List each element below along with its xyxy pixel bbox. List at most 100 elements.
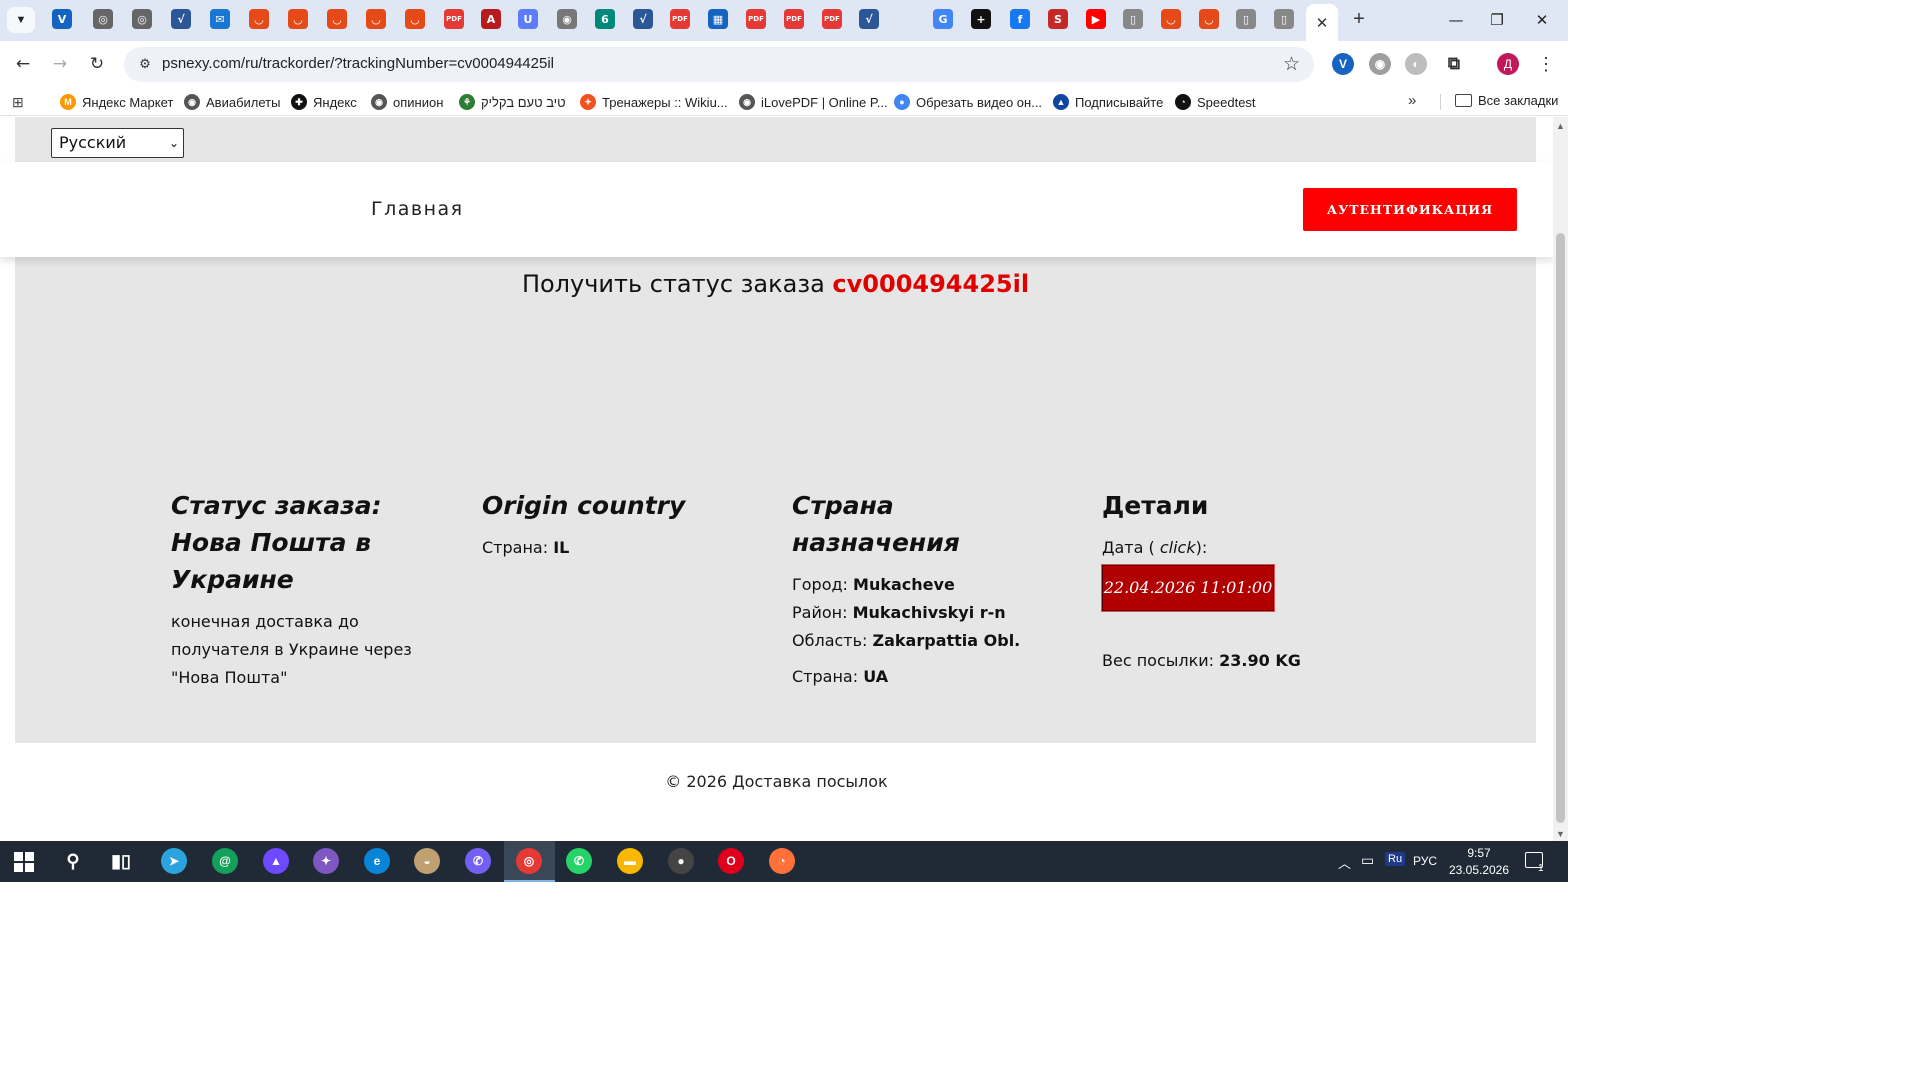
scribd-tab-icon[interactable]: S <box>1048 9 1068 29</box>
tray-network-icon[interactable]: ▭ <box>1361 852 1374 869</box>
bookmark-item[interactable]: ✚ Яндекс <box>291 93 357 111</box>
building-tab-icon[interactable]: ▦ <box>708 9 728 29</box>
acrobat-tab-icon[interactable]: A <box>481 9 501 29</box>
search-taskbar-icon[interactable]: ⚲ <box>60 848 86 874</box>
clock-date: 23.05.2026 <box>1448 863 1510 877</box>
browser-menu-icon[interactable]: ⋮ <box>1537 52 1555 76</box>
new-tab-button[interactable]: + <box>1348 8 1370 32</box>
pdf-tab-icon[interactable]: PDF <box>444 9 464 29</box>
bookmark-item[interactable]: ▲ Подписывайте <box>1053 93 1163 111</box>
pdf-tab-icon-5[interactable]: PDF <box>822 9 842 29</box>
tray-lang-badge[interactable]: Ru <box>1385 852 1406 866</box>
minimize-button[interactable]: — <box>1441 8 1471 32</box>
doc-tab-icon-3[interactable]: ▯ <box>1274 9 1294 29</box>
bookmark-item[interactable]: ◉ опинион <box>371 93 443 111</box>
auth-button[interactable]: АУТЕНТИФИКАЦИЯ <box>1303 188 1517 231</box>
shield-tab-icon-4[interactable]: ◡ <box>366 9 386 29</box>
tray-chevron-icon[interactable]: ︿ <box>1338 853 1351 872</box>
url-text[interactable]: psnexy.com/ru/trackorder/?trackingNumber… <box>162 55 554 72</box>
details-title: Детали <box>1102 491 1209 520</box>
all-bookmarks-button[interactable]: Все закладки <box>1455 93 1558 108</box>
edge-taskbar-icon[interactable]: e <box>364 848 390 874</box>
nav-home-link[interactable]: Главная <box>371 198 464 220</box>
bookmark-item[interactable]: ⚘ טיב טעם בקליק <box>459 93 566 111</box>
check-tab-icon-3[interactable]: √ <box>859 9 879 29</box>
shield-tab-icon[interactable]: ◡ <box>249 9 269 29</box>
shield-tab-icon-5[interactable]: ◡ <box>405 9 425 29</box>
tab-search-button[interactable]: ▼ <box>7 7 35 33</box>
close-window-button[interactable]: ✕ <box>1527 8 1557 32</box>
scrollbar-thumb[interactable] <box>1556 233 1565 823</box>
recorder-taskbar-icon[interactable]: ● <box>668 848 694 874</box>
bookmark-label: Авиабилеты <box>206 94 281 110</box>
pdf-tab-icon-3[interactable]: PDF <box>746 9 766 29</box>
six-tab-icon[interactable]: 6 <box>595 9 615 29</box>
pdf-tab-icon-4[interactable]: PDF <box>784 9 804 29</box>
check-tab-icon-2[interactable]: √ <box>633 9 653 29</box>
check-tab-icon[interactable]: √ <box>171 9 191 29</box>
plus-tab-icon[interactable]: + <box>971 9 991 29</box>
bookmark-item[interactable]: ◉ Авиабилеты <box>184 93 280 111</box>
bookmark-item[interactable]: ● Обрезать видео он... <box>894 93 1042 111</box>
bookmark-star-icon[interactable]: ☆ <box>1283 53 1300 76</box>
windows-start-icon[interactable] <box>14 852 34 872</box>
photos-taskbar-icon[interactable]: ◒ <box>414 848 440 874</box>
verify-extension-icon[interactable]: V <box>1332 53 1354 75</box>
scroll-down-icon[interactable]: ▼ <box>1556 829 1565 839</box>
taskbar-clock[interactable]: 9:57 23.05.2026 <box>1448 845 1510 879</box>
proton-vpn-icon[interactable]: ▲ <box>263 848 289 874</box>
telegram-taskbar-icon[interactable]: ➤ <box>161 848 187 874</box>
doc-tab-icon-2[interactable]: ▯ <box>1236 9 1256 29</box>
restore-button[interactable]: ❐ <box>1482 8 1512 32</box>
profile-avatar[interactable]: Д <box>1497 53 1519 75</box>
bookmark-item[interactable]: M Яндекс Маркет <box>60 93 173 111</box>
viber-taskbar-icon[interactable]: ✆ <box>465 848 491 874</box>
shield-tab-icon-2[interactable]: ◡ <box>288 9 308 29</box>
page-scrollbar[interactable]: ▲ ▼ <box>1553 117 1568 841</box>
opera-taskbar-icon[interactable]: O <box>718 848 744 874</box>
mail-tab-icon[interactable]: ✉ <box>210 9 230 29</box>
shield-tab-icon-6[interactable]: ◡ <box>1161 9 1181 29</box>
address-bar[interactable]: ⚙ psnexy.com/ru/trackorder/?trackingNumb… <box>124 47 1314 82</box>
forward-arrow-icon[interactable]: → <box>48 52 72 76</box>
extensions-puzzle-icon[interactable]: ⧉ <box>1443 53 1465 75</box>
pdf-tab-icon-2[interactable]: PDF <box>670 9 690 29</box>
apps-grid-icon[interactable]: ⊞ <box>12 94 28 110</box>
back-arrow-icon[interactable]: ← <box>11 52 35 76</box>
verify-tab-icon[interactable]: V <box>52 9 72 29</box>
whatsapp-taskbar-icon[interactable]: ✆ <box>566 848 592 874</box>
scroll-up-icon[interactable]: ▲ <box>1556 121 1565 131</box>
bookmarks-overflow-icon[interactable]: » <box>1408 92 1416 109</box>
site-info-icon[interactable]: ⚙ <box>136 55 154 73</box>
bookmark-item[interactable]: ◔ Speedtest <box>1175 93 1256 111</box>
close-tab-icon[interactable]: ✕ <box>1316 14 1329 32</box>
globe-tab-icon[interactable]: ◉ <box>557 9 577 29</box>
reload-icon[interactable]: ↻ <box>85 52 109 76</box>
chrome-tab-icon[interactable]: ◎ <box>93 9 113 29</box>
firefox-taskbar-icon[interactable]: ◔ <box>769 848 795 874</box>
facebook-tab-icon[interactable]: f <box>1010 9 1030 29</box>
tracking-number: cv000494425il <box>832 270 1030 298</box>
doc-tab-icon[interactable]: ▯ <box>1123 9 1143 29</box>
copilot-taskbar-icon[interactable]: ✦ <box>313 848 339 874</box>
u-tab-icon[interactable]: U <box>518 9 538 29</box>
shield-tab-icon-3[interactable]: ◡ <box>327 9 347 29</box>
bookmark-item[interactable]: ◉ iLovePDF | Online P... <box>739 93 888 111</box>
task-view-icon[interactable]: ▮▯ <box>108 848 134 874</box>
tray-language[interactable]: РУС <box>1413 854 1437 868</box>
chrome-taskbar-icon[interactable]: ◎ <box>516 848 542 874</box>
youtube-tab-icon[interactable]: ▶ <box>1086 9 1106 29</box>
tracking-section: Получить статус заказа cv000494425il Ста… <box>15 257 1536 743</box>
bookmark-item[interactable]: ✦ Тренажеры :: Wikiu... <box>580 93 728 111</box>
language-select[interactable]: Русский ⌄ <box>51 128 184 158</box>
explorer-taskbar-icon[interactable]: ▬ <box>617 848 643 874</box>
vpn-extension-icon[interactable]: ◐ <box>1405 53 1427 75</box>
date-button[interactable]: 22.04.2026 11:01:00 <box>1101 564 1275 612</box>
shield-tab-icon-7[interactable]: ◡ <box>1199 9 1219 29</box>
translate-tab-icon[interactable]: G <box>933 9 953 29</box>
mail-ru-agent-icon[interactable]: @ <box>212 848 238 874</box>
active-tab[interactable]: ✕ <box>1306 4 1338 41</box>
chrome-tab-icon-2[interactable]: ◎ <box>132 9 152 29</box>
weight-line: Вес посылки: 23.90 KG <box>1102 647 1362 675</box>
globe-extension-icon[interactable]: ◉ <box>1369 53 1391 75</box>
